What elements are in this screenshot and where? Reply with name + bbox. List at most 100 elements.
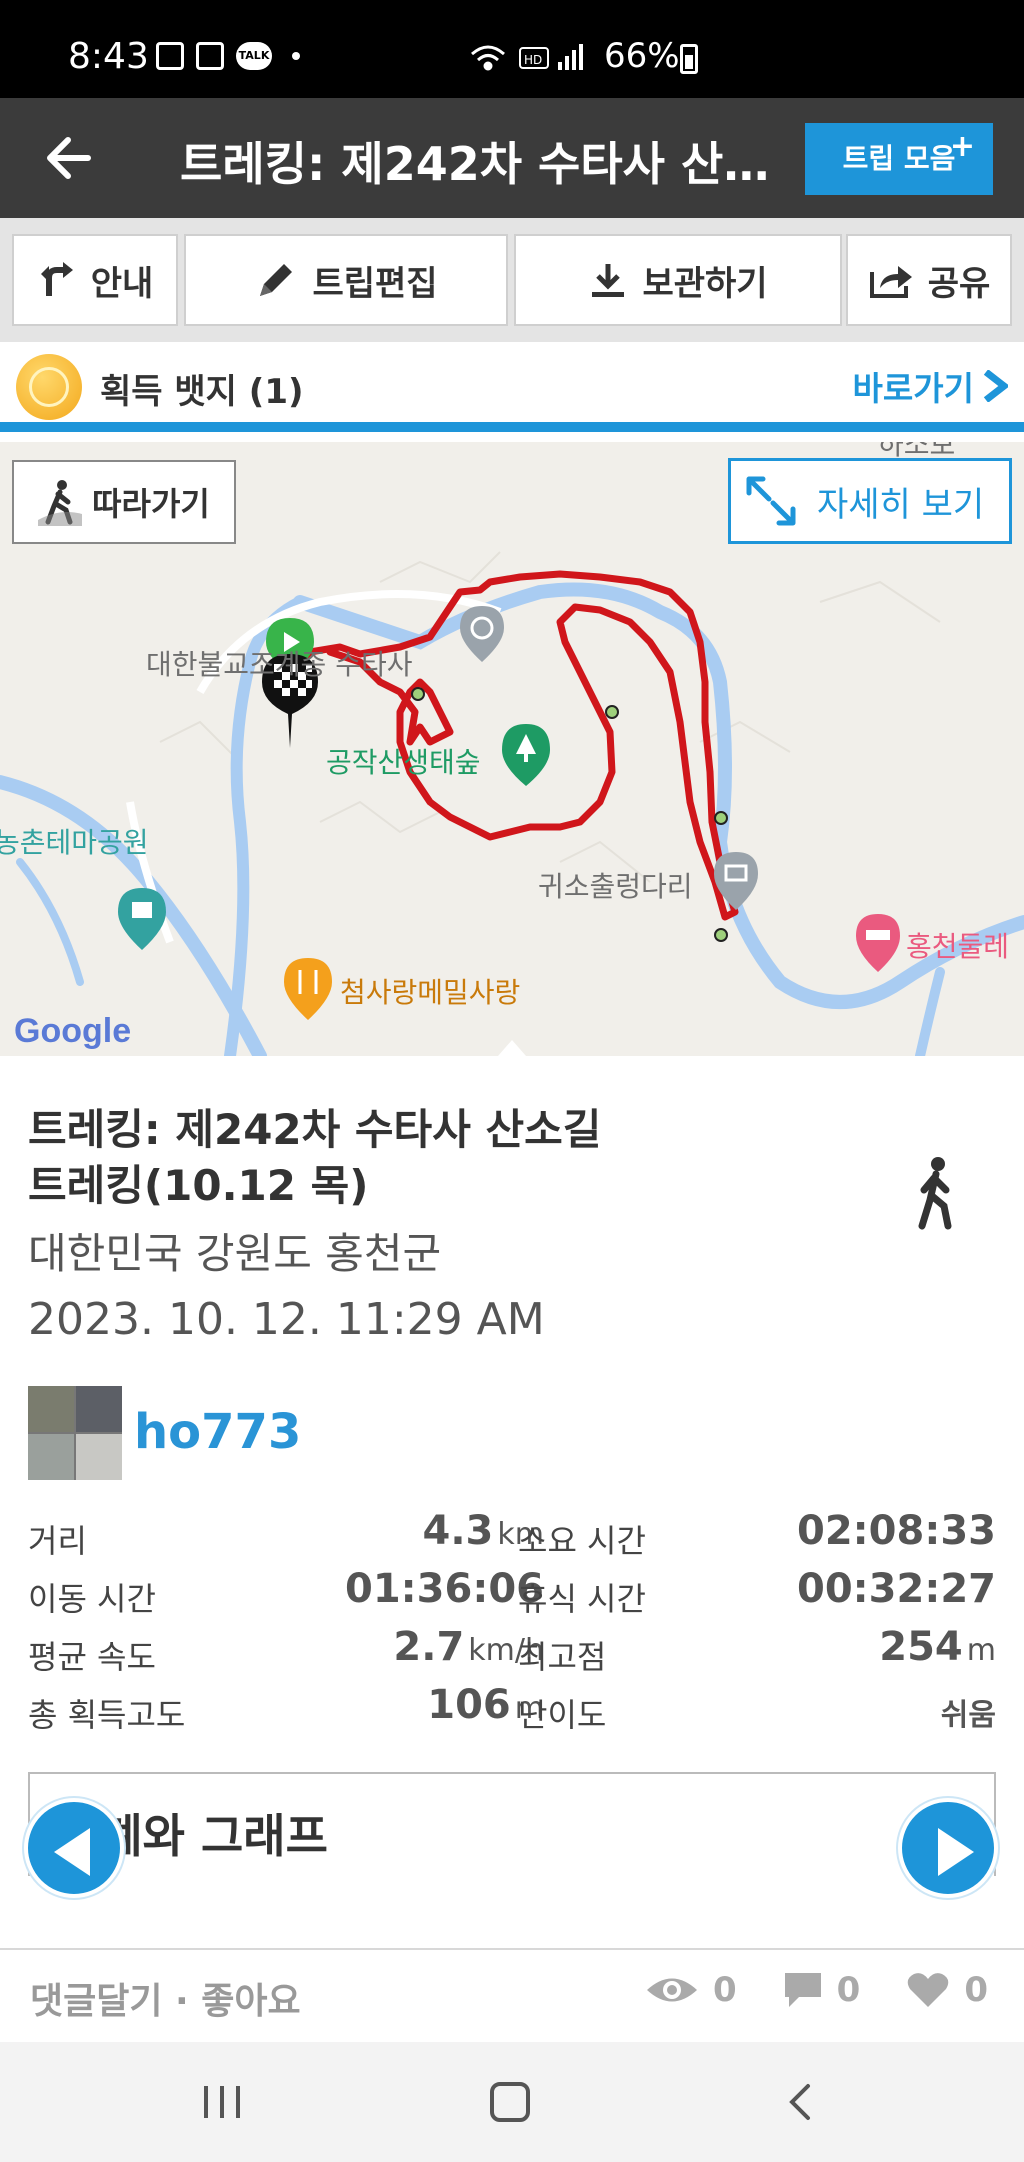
notification-icons: TALK — [156, 42, 300, 70]
recent-apps-icon[interactable] — [200, 2082, 244, 2122]
trip-collection-label: 트립 모음 — [842, 142, 956, 175]
stat-row: 평균 속도 2.7 km/h 최고점 254 m — [28, 1622, 996, 1680]
plus-icon: + — [949, 129, 975, 164]
kakaotalk-icon: TALK — [236, 42, 272, 70]
trip-location: 대한민국 강원도 홍천군 — [28, 1229, 442, 1278]
terrain-lines — [159, 551, 941, 883]
home-icon[interactable] — [490, 2082, 530, 2122]
trip-title-line1: 트레킹: 제242차 수타사 산소길 — [28, 1105, 602, 1154]
cell-signal-icon — [558, 44, 583, 70]
stat-row: 이동 시간 01:36:06 휴식 시간 00:32:27 — [28, 1564, 996, 1622]
stat-row: 거리 4.3 km 소요 시간 02:08:33 — [28, 1506, 996, 1564]
view-count: 0 — [712, 1970, 737, 2010]
comment-icon — [784, 1973, 821, 2007]
lodging-label: 홍천둘레 — [906, 930, 1009, 963]
heart-icon — [908, 1973, 949, 2007]
route-map[interactable]: 대한불교조계종 수타사 공작산생태숲 농촌테마공원 귀소출렁다리 첨사랑메밀사랑… — [0, 442, 1024, 1056]
lodging-pin-icon — [856, 914, 900, 972]
comment-like-link[interactable]: 댓글달기 · 좋아요 — [30, 1972, 301, 2024]
theme-park-label: 농촌테마공원 — [0, 826, 149, 859]
hiker-icon — [38, 480, 83, 526]
calendar-icon — [196, 42, 224, 70]
page-title: 트레킹: 제242차 수타사 산소길 트레킹(10.12 목) — [180, 137, 780, 191]
system-back-icon[interactable] — [780, 2082, 820, 2122]
trip-title: 트레킹: 제242차 수타사 산소길 트레킹(10.12 목) — [28, 1102, 688, 1214]
detail-view-button[interactable]: 자세히 보기 — [728, 458, 1012, 544]
eye-icon — [646, 1978, 697, 2002]
edit-trip-button[interactable]: 트립편집 — [184, 234, 508, 326]
restaurant-label: 첨사랑메밀사랑 — [340, 976, 520, 1009]
signal-icons: HD — [471, 44, 583, 71]
distance-label: 거리 — [28, 1522, 87, 1560]
status-time: 8:43 — [68, 36, 149, 77]
moving-time-value: 01:36:06 — [345, 1566, 544, 1612]
save-button[interactable]: 보관하기 — [514, 234, 842, 326]
goto-label: 바로가기 — [852, 369, 974, 408]
google-logo: Google — [14, 1012, 132, 1050]
status-bar: 8:43 TALK HD 66% — [0, 0, 1024, 98]
battery-percent: 66% — [604, 36, 680, 76]
max-elevation-label: 최고점 — [518, 1638, 607, 1676]
stats-table: 거리 4.3 km 소요 시간 02:08:33 이동 시간 01:36:06 휴… — [28, 1506, 996, 1738]
expand-icon — [746, 476, 796, 526]
max-elevation-value: 254 m — [879, 1624, 996, 1670]
stats-graph-button[interactable]: 통계와 그래프 › — [28, 1772, 996, 1876]
rest-time-value: 00:32:27 — [797, 1566, 996, 1612]
battery-icon — [680, 44, 698, 74]
share-icon — [869, 266, 912, 298]
forest-pin-icon — [502, 724, 550, 786]
museum-pin-icon — [118, 888, 166, 950]
gallery-icon — [156, 42, 184, 70]
stat-row: 총 획득고도 106 m 난이도 쉬움 — [28, 1680, 996, 1738]
total-time-value: 02:08:33 — [797, 1508, 996, 1554]
follow-label: 따라가기 — [92, 485, 210, 523]
pencil-icon — [260, 264, 293, 296]
counters: 0 0 0 — [645, 1970, 988, 2010]
earned-badge-label: 획득 뱃지 (1) — [100, 372, 304, 412]
action-toolbar: 안내 트립편집 보관하기 공유 — [0, 218, 1024, 342]
hd-label: HD — [524, 53, 542, 67]
follow-button[interactable]: 따라가기 — [12, 460, 236, 544]
goto-link[interactable]: 바로가기 — [853, 362, 1008, 410]
difficulty-value: 쉬움 — [940, 1698, 996, 1733]
avg-speed-label: 평균 속도 — [28, 1638, 156, 1676]
detail-view-label: 자세히 보기 — [817, 484, 985, 525]
next-trip-button[interactable] — [898, 1798, 998, 1898]
more-notifications-icon — [292, 52, 300, 60]
like-count: 0 — [964, 1970, 988, 2010]
difficulty-label: 난이도 — [518, 1696, 607, 1734]
badge-bar[interactable]: 획득 뱃지 (1) 바로가기 — [0, 342, 1024, 432]
back-arrow-icon[interactable] — [40, 128, 100, 188]
trip-collection-button[interactable]: 트립 모음 + — [805, 123, 993, 195]
walking-icon — [918, 1157, 952, 1230]
system-navigation-bar — [0, 2042, 1024, 2162]
divider — [0, 1948, 1024, 1950]
map-pointer-notch — [498, 1040, 526, 1056]
temple-label: 대한불교조계종 수타사 — [146, 648, 413, 681]
elevation-gain-label: 총 획득고도 — [28, 1696, 186, 1734]
download-icon — [592, 264, 625, 297]
badge-medal-icon — [16, 354, 82, 420]
total-time-label: 소요 시간 — [518, 1522, 646, 1560]
turn-arrow-icon — [40, 262, 73, 296]
user-avatar[interactable] — [28, 1386, 122, 1480]
forest-label: 공작산생태숲 — [326, 746, 481, 779]
comment-count: 0 — [836, 1970, 861, 2010]
moving-time-label: 이동 시간 — [28, 1580, 156, 1618]
restaurant-pin-icon — [284, 958, 332, 1020]
trip-datetime: 2023. 10. 12. 11:29 AM — [28, 1294, 545, 1345]
guide-button[interactable]: 안내 — [12, 234, 178, 326]
temple-pin-icon — [460, 606, 504, 662]
bridge-label: 귀소출렁다리 — [538, 870, 693, 903]
edit-trip-label: 트립편집 — [312, 263, 438, 304]
share-label: 공유 — [927, 263, 991, 304]
trip-title-line2: 트레킹(10.12 목) — [28, 1161, 369, 1210]
app-bar: 트레킹: 제242차 수타사 산소길 트레킹(10.12 목) 트립 모음 + — [0, 98, 1024, 218]
chevron-right-icon — [983, 370, 1008, 402]
previous-trip-button[interactable] — [24, 1798, 124, 1898]
wifi-icon — [471, 45, 505, 71]
save-label: 보관하기 — [642, 263, 768, 304]
username-link[interactable]: ho773 — [134, 1404, 301, 1460]
guide-label: 안내 — [90, 263, 154, 304]
share-button[interactable]: 공유 — [846, 234, 1012, 326]
